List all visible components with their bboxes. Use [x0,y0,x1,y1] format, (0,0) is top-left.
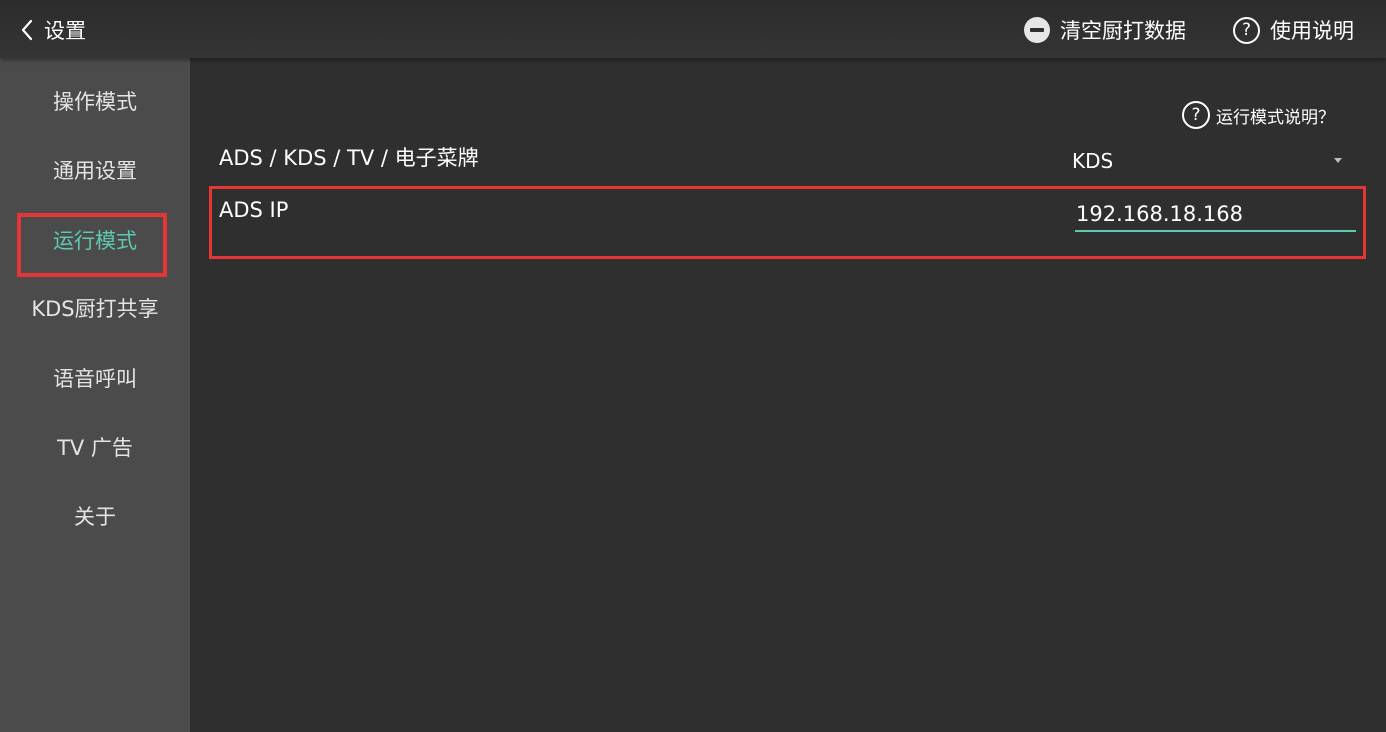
sidebar-item-label: 通用设置 [53,159,137,183]
back-button[interactable]: 设置 [20,12,86,48]
sidebar-item-general-settings[interactable]: 通用设置 [0,145,190,195]
ads-ip-input[interactable] [1075,198,1356,232]
run-mode-select[interactable]: KDS [1072,144,1342,178]
minus-circle-icon [1024,17,1050,43]
run-mode-panel: ? 运行模式说明？ ADS / KDS / TV / 电子菜牌 KDS ADS … [190,58,1386,732]
sidebar-item-operation-mode[interactable]: 操作模式 [0,76,190,126]
clear-label: 清空厨打数据 [1060,19,1186,43]
chevron-left-icon [20,18,34,42]
sidebar-item-label: KDS厨打共享 [31,297,159,321]
ads-ip-label: ADS IP [219,198,289,222]
help-label: 使用说明 [1270,19,1354,43]
sidebar-item-tv-ads[interactable]: TV 广告 [0,422,190,472]
run-mode-label: ADS / KDS / TV / 电子菜牌 [219,146,479,170]
sidebar-item-voice-call[interactable]: 语音呼叫 [0,353,190,403]
sidebar-item-label: 语音呼叫 [53,367,137,391]
run-mode-value: KDS [1072,149,1114,173]
clear-kitchen-print-data-button[interactable]: 清空厨打数据 [1024,12,1186,48]
sidebar-item-label: 操作模式 [53,90,137,114]
sidebar-item-run-mode[interactable]: 运行模式 [0,213,190,277]
page-title: 设置 [44,19,86,43]
question-circle-icon: ? [1233,16,1260,44]
caret-down-icon [1334,158,1342,163]
sidebar-item-label: TV 广告 [57,436,133,460]
question-circle-icon: ? [1182,101,1210,129]
run-mode-help-label: 运行模式说明？ [1216,107,1335,128]
usage-help-button[interactable]: ? 使用说明 [1233,12,1354,48]
sidebar-item-kds-sharing[interactable]: KDS厨打共享 [0,283,190,333]
sidebar-item-label: 运行模式 [53,229,137,253]
run-mode-help-link[interactable]: ? 运行模式说明？ [1182,100,1335,130]
sidebar-item-label: 关于 [74,505,116,529]
top-bar: 设置 清空厨打数据 ? 使用说明 [0,0,1386,58]
sidebar-item-about[interactable]: 关于 [0,491,190,541]
settings-sidebar: 操作模式 通用设置 运行模式 KDS厨打共享 语音呼叫 TV 广告 关于 [0,58,190,732]
